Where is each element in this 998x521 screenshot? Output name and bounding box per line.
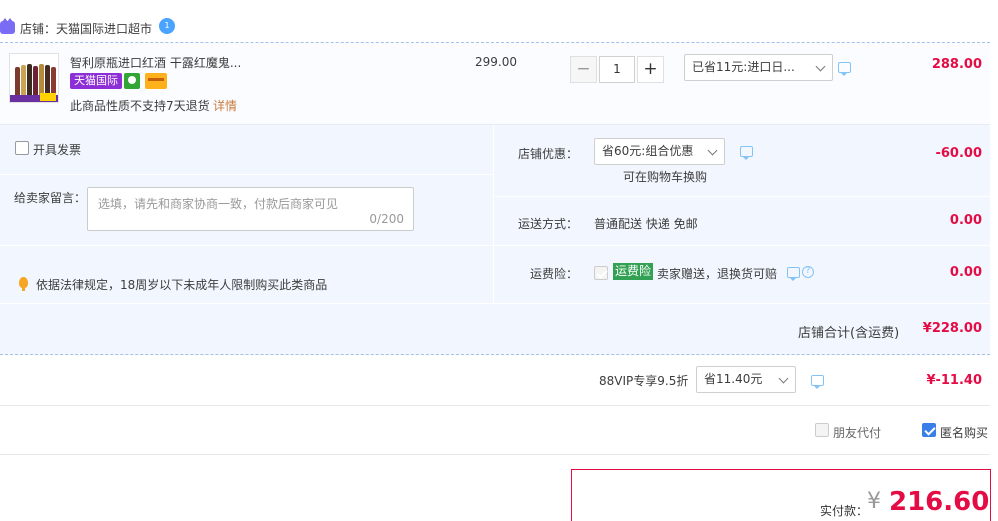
anonymous-purchase-label[interactable]: 匿名购买 <box>940 424 988 441</box>
store-discount-select[interactable]: 省60元:组合优惠 <box>594 138 725 165</box>
item-promo-select[interactable]: 已省11元:进口日... <box>684 54 833 81</box>
item-subtotal: 288.00 <box>931 57 982 72</box>
seller-message-label: 给卖家留言： <box>14 191 87 205</box>
freight-insurance-checkbox <box>594 266 608 280</box>
payment-label: 实付款： <box>820 504 869 518</box>
card-badge-icon <box>145 73 167 89</box>
store-total-label: 店铺合计(含运费) <box>798 326 900 341</box>
tmall-global-badge: 天猫国际 <box>70 73 122 89</box>
item-row: 智利原瓶进口红酒 干露红魔鬼... 天猫国际 此商品性质不支持7天退货 详情 2… <box>0 42 990 125</box>
vip-comment-icon[interactable] <box>811 375 824 389</box>
vip-discount-label: 88VIP专享9.5折 <box>599 374 689 388</box>
currency-symbol: ¥ <box>867 489 881 514</box>
divider <box>0 454 990 455</box>
freight-insurance-badge: 运费险 <box>613 263 654 280</box>
store-name[interactable]: 店铺：天猫国际进口超市 <box>20 20 152 37</box>
tmall-cat-icon <box>0 18 15 34</box>
freight-insurance-value: 卖家赠送，退换货可赔 <box>657 267 778 281</box>
freight-insurance-label: 运费险： <box>530 267 579 281</box>
age-restriction-notice: 依据法律规定，18周岁以下未成年人限制购买此类商品 <box>36 278 328 292</box>
freight-comment-icon[interactable] <box>787 267 800 281</box>
help-icon[interactable]: ? <box>802 266 814 278</box>
store-discount-select-value: 省60元:组合优惠 <box>602 144 694 158</box>
vip-discount-select[interactable]: 省11.40元 <box>696 366 796 393</box>
quantity-input[interactable]: 1 <box>599 56 635 83</box>
product-title[interactable]: 智利原瓶进口红酒 干露红魔鬼... <box>70 54 241 71</box>
friend-pay-checkbox[interactable] <box>815 423 829 437</box>
chevron-down-icon <box>778 373 789 384</box>
chevron-down-icon <box>707 145 718 156</box>
store-total-amount: ¥228.00 <box>922 321 982 336</box>
wangwang-chat-icon[interactable]: 1 <box>159 18 175 34</box>
product-thumbnail[interactable] <box>9 53 59 103</box>
unit-price: 299.00 <box>475 55 517 69</box>
shipping-value: 普通配送 快递 免邮 <box>594 217 698 231</box>
store-discount-label: 店铺优惠： <box>518 147 579 161</box>
seller-message-counter: 0/200 <box>369 212 404 226</box>
quantity-decrease-button[interactable]: − <box>570 56 597 83</box>
order-options-panel: 开具发票 给卖家留言： 选填，请先和商家协商一致，付款后商家可见 0/200 依… <box>0 125 990 355</box>
payment-amount: 216.60 <box>889 487 990 517</box>
anonymous-purchase-checkbox[interactable] <box>922 423 936 437</box>
seller-message-input[interactable]: 选填，请先和商家协商一致，付款后商家可见 0/200 <box>87 187 414 231</box>
promo-comment-icon[interactable] <box>838 62 851 76</box>
vip-discount-amount: ¥-11.40 <box>926 373 982 388</box>
divider <box>0 405 990 406</box>
no-return-notice: 此商品性质不支持7天退货 <box>70 99 210 113</box>
shipping-amount: 0.00 <box>949 213 982 228</box>
invoice-label[interactable]: 开具发票 <box>33 141 81 158</box>
friend-pay-label[interactable]: 朋友代付 <box>833 424 881 441</box>
item-promo-select-value: 已省11元:进口日... <box>692 60 795 74</box>
store-header: 店铺：天猫国际进口超市 1 <box>0 14 998 42</box>
store-discount-note[interactable]: 可在购物车换购 <box>623 168 707 185</box>
invoice-checkbox[interactable] <box>15 141 29 155</box>
quantity-increase-button[interactable]: + <box>637 56 664 83</box>
service-badge-icon <box>124 73 140 89</box>
chevron-down-icon <box>815 61 826 72</box>
order-confirm-page: 店铺：天猫国际进口超市 1 智利原瓶进口红酒 干露红魔鬼... 天猫国际 此商品… <box>0 0 998 521</box>
detail-link[interactable]: 详情 <box>213 97 237 114</box>
discount-comment-icon[interactable] <box>740 146 753 160</box>
vip-discount-select-value: 省11.40元 <box>704 372 763 386</box>
seller-message-placeholder: 选填，请先和商家协商一致，付款后商家可见 <box>98 197 339 211</box>
store-discount-amount: -60.00 <box>935 146 982 161</box>
shipping-label: 运送方式： <box>518 217 579 231</box>
freight-insurance-amount: 0.00 <box>949 265 982 280</box>
lightbulb-icon <box>19 277 28 291</box>
